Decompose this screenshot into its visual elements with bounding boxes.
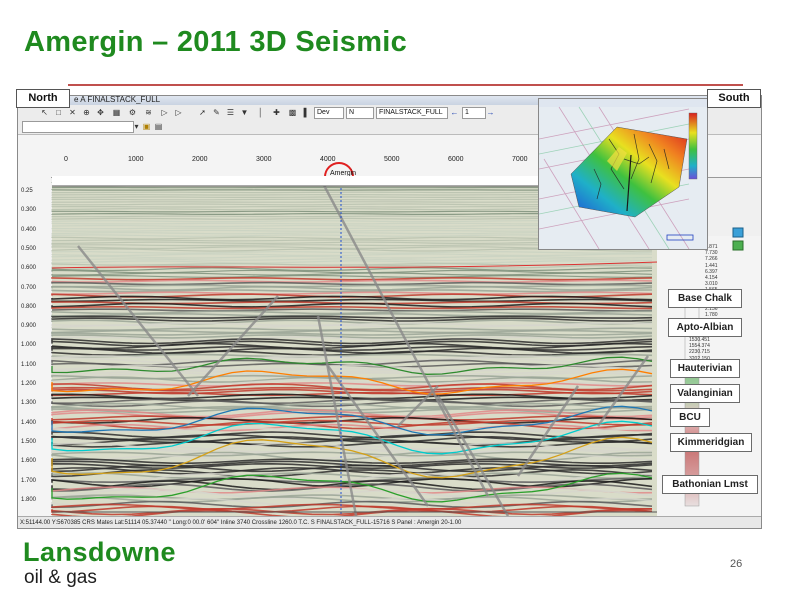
horizon-tag-base-chalk: Base Chalk bbox=[668, 289, 742, 308]
horizon-tag-bcu: BCU bbox=[670, 408, 710, 427]
prev-arrow-icon[interactable]: ← bbox=[450, 108, 459, 117]
company-logo: Lansdowne bbox=[23, 537, 177, 567]
horizon-tag-valanginian: Valanginian bbox=[670, 384, 740, 403]
panel-value: 2230.715 bbox=[689, 349, 710, 356]
horizon-tag-kimmeridgian: Kimmeridgian bbox=[670, 433, 752, 452]
next-arrow-icon[interactable]: → bbox=[486, 108, 495, 117]
panel-value: 1554.374 bbox=[689, 343, 710, 350]
slide-title: Amergin – 2011 3D Seismic bbox=[24, 26, 408, 58]
horizon-tag-apto-albian: Apto-Albian bbox=[668, 318, 742, 337]
grid-icon[interactable]: ▦ bbox=[112, 108, 121, 117]
filter-icon[interactable]: ▼ bbox=[240, 108, 249, 117]
window-title: e A FINALSTACK_FULL bbox=[74, 95, 161, 104]
horizon-tag-bathonian-lmst: Bathonian Lmst bbox=[662, 475, 758, 494]
panel-value: 6.397 bbox=[705, 268, 718, 275]
3d-map-inset[interactable] bbox=[538, 98, 708, 250]
pointer-icon[interactable]: ↖ bbox=[40, 108, 49, 117]
panel-value: 1530.451 bbox=[689, 337, 710, 343]
open-folder-icon[interactable]: ▣ bbox=[142, 122, 151, 131]
distance-tick-label: 2000 bbox=[192, 156, 208, 163]
layer-dropdown[interactable] bbox=[22, 121, 134, 133]
layers-icon[interactable]: ☰ bbox=[226, 108, 235, 117]
crosshair-icon[interactable]: ✚ bbox=[272, 108, 281, 117]
delete-icon[interactable]: ✕ bbox=[68, 108, 77, 117]
title-divider bbox=[68, 84, 743, 86]
horizon-tag-hauterivian: Hauterivian bbox=[670, 359, 740, 378]
status-bar: X:51144.00 Y:5670385 CRS Mates Lat:51114… bbox=[18, 516, 761, 528]
reflection-trace bbox=[51, 315, 653, 319]
pan-icon[interactable]: ✥ bbox=[96, 108, 105, 117]
horizon-icon[interactable]: ≋ bbox=[144, 108, 153, 117]
step-input[interactable]: 1 bbox=[462, 107, 486, 119]
edit-icon[interactable]: ✎ bbox=[212, 108, 221, 117]
fault-pick-icon[interactable]: ➚ bbox=[198, 108, 207, 117]
section-icon[interactable]: ▩ bbox=[288, 108, 297, 117]
ruler-icon[interactable]: │ bbox=[256, 108, 265, 117]
reflection-trace bbox=[51, 279, 653, 283]
south-label: South bbox=[707, 89, 761, 108]
panel-value: 1.441 bbox=[705, 262, 718, 269]
step-icon[interactable]: ▷ bbox=[174, 108, 183, 117]
volume-select[interactable]: FINALSTACK_FULL bbox=[376, 107, 448, 119]
panel-value: 3.010 bbox=[705, 281, 718, 288]
new-icon[interactable]: □ bbox=[54, 108, 63, 117]
histogram-icon[interactable]: ▌ bbox=[302, 108, 311, 117]
display-select[interactable]: Dev bbox=[314, 107, 344, 119]
panel-value: 4.154 bbox=[705, 275, 718, 281]
save-icon[interactable]: ▤ bbox=[154, 122, 163, 131]
settings-icon[interactable]: ⚙ bbox=[128, 108, 137, 117]
play-icon[interactable]: ▷ bbox=[160, 108, 169, 117]
panel-value: 7.730 bbox=[705, 250, 718, 257]
distance-tick-label: 3000 bbox=[256, 156, 272, 163]
page-number: 26 bbox=[730, 558, 743, 570]
zoom-icon[interactable]: ⊕ bbox=[82, 108, 91, 117]
chevron-down-icon[interactable]: ▾ bbox=[132, 122, 141, 131]
distance-tick-label: 6000 bbox=[448, 156, 464, 163]
distance-tick-label: 5000 bbox=[384, 156, 400, 163]
north-label: North bbox=[16, 89, 70, 108]
company-tagline: oil & gas bbox=[24, 567, 97, 588]
distance-tick-label: 7000 bbox=[512, 156, 528, 163]
mode-select[interactable]: N bbox=[346, 107, 374, 119]
inset-tools bbox=[732, 227, 744, 251]
distance-tick-label: 0 bbox=[64, 156, 68, 163]
panel-value: 7.266 bbox=[705, 256, 718, 263]
distance-tick-label: 1000 bbox=[128, 156, 144, 163]
reflection-trace bbox=[51, 284, 653, 288]
